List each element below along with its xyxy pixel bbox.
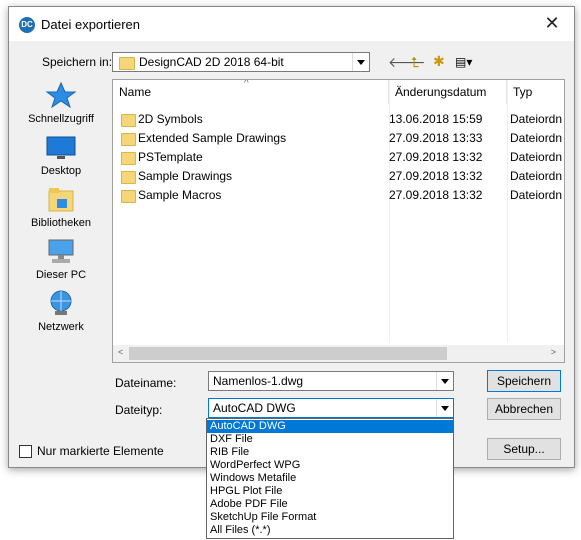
filename-label: Dateiname: [115, 376, 177, 390]
file-row[interactable]: Extended Sample Drawings 27.09.2018 13:3… [113, 129, 564, 148]
save-in-label: Speichern in: [42, 55, 113, 69]
close-icon[interactable]: ✕ [542, 13, 562, 33]
column-header-type[interactable]: Typ [507, 80, 564, 104]
designcad-app-icon: DC [19, 17, 35, 33]
star-icon [45, 81, 77, 109]
new-folder-icon[interactable]: ✱ [433, 53, 445, 69]
folder-icon [121, 152, 136, 165]
filetype-option[interactable]: SketchUp File Format [207, 511, 453, 524]
file-name: Sample Drawings [138, 169, 233, 183]
filetype-option[interactable]: WordPerfect WPG [207, 459, 453, 472]
scroll-left-icon[interactable]: < [118, 347, 123, 357]
chevron-down-icon[interactable] [436, 372, 453, 390]
filename-combo[interactable]: Namenlos-1.dwg [208, 371, 454, 391]
marked-only-label: Nur markierte Elemente [37, 444, 164, 458]
column-header-date[interactable]: Änderungsdatum [389, 80, 507, 104]
filetype-label: Dateityp: [115, 403, 163, 417]
place-desktop[interactable]: Desktop [19, 133, 103, 177]
chevron-down-icon[interactable] [352, 53, 369, 71]
filetype-dropdown-list[interactable]: AutoCAD DWG DXF File RIB File WordPerfec… [206, 418, 454, 539]
place-label: Dieser PC [35, 269, 87, 281]
scroll-right-icon[interactable]: > [551, 347, 556, 357]
sort-ascending-icon: ^ [244, 79, 249, 89]
file-type: Dateiordn [510, 131, 563, 145]
marked-only-checkbox[interactable] [19, 445, 32, 458]
file-date: 27.09.2018 13:33 [389, 131, 483, 145]
filetype-option[interactable]: HPGL Plot File [207, 485, 453, 498]
place-libraries[interactable]: Bibliotheken [19, 185, 103, 229]
folder-up-icon[interactable]: ⮤ [411, 54, 419, 70]
folder-icon [121, 114, 136, 127]
folder-icon [121, 171, 136, 184]
export-dialog: DC Datei exportieren ✕ Speichern in: Des… [8, 6, 575, 468]
file-name: 2D Symbols [138, 112, 203, 126]
filename-value: Namenlos-1.dwg [213, 374, 304, 388]
file-date: 13.06.2018 15:59 [389, 112, 483, 126]
computer-icon [45, 237, 77, 265]
place-label: Schnellzugriff [28, 113, 94, 125]
folder-icon [119, 57, 135, 70]
file-type: Dateiordn [510, 188, 563, 202]
save-in-value: DesignCAD 2D 2018 64-bit [139, 55, 284, 69]
cancel-button[interactable]: Abbrechen [487, 398, 561, 420]
save-in-combo[interactable]: DesignCAD 2D 2018 64-bit [112, 52, 370, 72]
file-date: 27.09.2018 13:32 [389, 169, 483, 183]
folder-icon [121, 133, 136, 146]
file-row[interactable]: Sample Macros 27.09.2018 13:32 Dateiordn [113, 186, 564, 205]
place-quick-access[interactable]: Schnellzugriff [19, 81, 103, 125]
filetype-option[interactable]: RIB File [207, 446, 453, 459]
file-type: Dateiordn [510, 150, 563, 164]
folder-icon [121, 190, 136, 203]
filetype-option[interactable]: AutoCAD DWG [207, 420, 453, 433]
place-label: Desktop [40, 165, 82, 177]
chevron-down-icon[interactable] [436, 399, 453, 417]
place-label: Bibliotheken [31, 217, 91, 229]
setup-button[interactable]: Setup... [487, 438, 561, 460]
file-name: Sample Macros [138, 188, 222, 202]
filetype-option[interactable]: All Files (*.*) [207, 524, 453, 537]
file-row[interactable]: 2D Symbols 13.06.2018 15:59 Dateiordn [113, 110, 564, 129]
file-name: PSTemplate [138, 150, 203, 164]
file-name: Extended Sample Drawings [138, 131, 287, 145]
filetype-combo[interactable]: AutoCAD DWG [208, 398, 454, 418]
file-date: 27.09.2018 13:32 [389, 150, 483, 164]
save-button[interactable]: Speichern [487, 370, 561, 392]
scrollbar-thumb[interactable] [129, 347, 447, 360]
filetype-option[interactable]: Adobe PDF File [207, 498, 453, 511]
title-bar: DC Datei exportieren ✕ [9, 7, 574, 41]
file-type: Dateiordn [510, 112, 563, 126]
place-this-pc[interactable]: Dieser PC [19, 237, 103, 281]
back-icon[interactable]: 🡐 [388, 54, 426, 70]
file-date: 27.09.2018 13:32 [389, 188, 483, 202]
dialog-title: Datei exportieren [41, 17, 140, 32]
file-row[interactable]: PSTemplate 27.09.2018 13:32 Dateiordn [113, 148, 564, 167]
view-menu-icon[interactable]: ▤▾ [455, 54, 472, 70]
file-row[interactable]: Sample Drawings 27.09.2018 13:32 Dateior… [113, 167, 564, 186]
network-icon [45, 289, 77, 317]
place-label: Netzwerk [38, 321, 84, 333]
filetype-option[interactable]: DXF File [207, 433, 453, 446]
file-type: Dateiordn [510, 169, 563, 183]
horizontal-scrollbar[interactable]: < > [113, 345, 564, 362]
column-header-name[interactable]: Name [113, 80, 389, 104]
filetype-value: AutoCAD DWG [213, 401, 296, 415]
library-icon [45, 185, 77, 213]
file-list[interactable]: Name ^ Änderungsdatum Typ 2D Symbols 13.… [112, 79, 565, 363]
filetype-option[interactable]: Windows Metafile [207, 472, 453, 485]
desktop-icon [45, 133, 77, 161]
place-network[interactable]: Netzwerk [19, 289, 103, 333]
